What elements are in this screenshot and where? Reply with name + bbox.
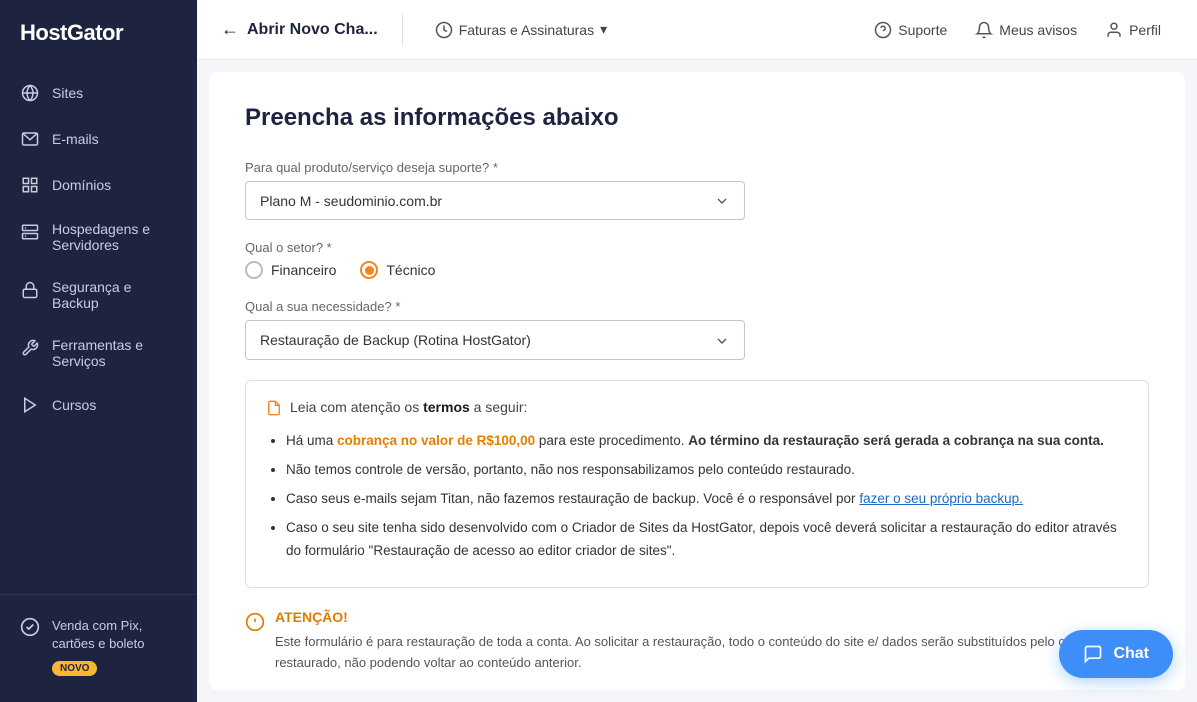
- need-label: Qual a sua necessidade? *: [245, 299, 1149, 314]
- atencao-text: Este formulário é para restauração de to…: [275, 634, 1112, 670]
- term-3: Caso seus e-mails sejam Titan, não fazem…: [286, 488, 1128, 511]
- atencao-title: ATENÇÃO!: [275, 606, 1149, 628]
- product-chevron-icon: [714, 192, 730, 209]
- term-1: Há uma cobrança no valor de R$100,00 par…: [286, 430, 1128, 453]
- chat-icon: [1083, 644, 1103, 664]
- play-icon: [20, 395, 40, 415]
- sidebar-item-cursos[interactable]: Cursos: [0, 382, 197, 428]
- sidebar-item-seguranca-label: Segurança e Backup: [52, 279, 177, 311]
- page-content: Preencha as informações abaixo Para qual…: [209, 72, 1185, 690]
- back-arrow-icon: ←: [221, 19, 239, 40]
- term-3-link[interactable]: fazer o seu próprio backup.: [859, 491, 1023, 506]
- server-icon: [20, 222, 40, 242]
- sidebar-item-cursos-label: Cursos: [52, 397, 96, 413]
- sidebar-item-venda[interactable]: Venda com Pix, cartões e boleto NOVO: [20, 611, 177, 682]
- support-icon: [874, 20, 892, 38]
- sidebar-item-ferramentas-label: Ferramentas e Serviços: [52, 337, 177, 369]
- profile-label: Perfil: [1129, 22, 1161, 38]
- sidebar-bottom: Venda com Pix, cartões e boleto NOVO: [0, 594, 197, 702]
- product-value: Plano M - seudominio.com.br: [260, 193, 442, 209]
- novo-badge: NOVO: [52, 661, 97, 676]
- terms-prefix: Leia com atenção os: [290, 399, 423, 415]
- need-section: Qual a sua necessidade? * Restauração de…: [245, 299, 1149, 359]
- billing-icon: [435, 20, 453, 38]
- sidebar-item-seguranca[interactable]: Segurança e Backup: [0, 266, 197, 324]
- pix-icon: [20, 617, 40, 637]
- profile-button[interactable]: Perfil: [1093, 0, 1173, 60]
- radio-financeiro-label: Financeiro: [271, 262, 336, 278]
- product-label: Para qual produto/serviço deseja suporte…: [245, 160, 1149, 175]
- billing-label: Faturas e Assinaturas: [459, 22, 594, 38]
- atencao-box: ATENÇÃO! Este formulário é para restaura…: [245, 606, 1149, 674]
- sidebar-item-hospedagens-label: Hospedagens e Servidores: [52, 221, 177, 253]
- terms-list: Há uma cobrança no valor de R$100,00 par…: [266, 430, 1128, 563]
- term-4: Caso o seu site tenha sido desenvolvido …: [286, 517, 1128, 563]
- wrench-icon: [20, 338, 40, 358]
- topnav-right: Suporte Meus avisos Perfil: [862, 0, 1173, 60]
- need-chevron-icon: [714, 331, 730, 348]
- back-label: Abrir Novo Cha...: [247, 21, 378, 39]
- billing-chevron-icon: ▾: [600, 21, 607, 38]
- sidebar-nav: Sites E-mails Domínios Hospedagens e Ser…: [0, 70, 197, 594]
- page-title: Preencha as informações abaixo: [245, 104, 1149, 132]
- need-value: Restauração de Backup (Rotina HostGator): [260, 332, 531, 348]
- terms-header: Leia com atenção os termos a seguir:: [266, 399, 1128, 416]
- topnav-divider: [402, 14, 403, 46]
- sector-label: Qual o setor? *: [245, 240, 1149, 255]
- sidebar: HostGator Sites E-mails Domínios: [0, 0, 197, 702]
- notices-button[interactable]: Meus avisos: [963, 0, 1089, 60]
- terms-box: Leia com atenção os termos a seguir: Há …: [245, 380, 1149, 588]
- product-section: Para qual produto/serviço deseja suporte…: [245, 160, 1149, 220]
- user-icon: [1105, 20, 1123, 38]
- billing-menu[interactable]: Faturas e Assinaturas ▾: [423, 0, 619, 60]
- support-label: Suporte: [898, 22, 947, 38]
- sidebar-item-hospedagens[interactable]: Hospedagens e Servidores: [0, 208, 197, 266]
- grid-icon: [20, 175, 40, 195]
- term-1-highlight: cobrança no valor de R$100,00: [337, 433, 535, 448]
- email-icon: [20, 129, 40, 149]
- radio-group: Financeiro Técnico: [245, 261, 1149, 279]
- sidebar-bottom-content: Venda com Pix, cartões e boleto NOVO: [52, 617, 177, 676]
- logo: HostGator: [0, 0, 197, 70]
- sidebar-item-emails[interactable]: E-mails: [0, 116, 197, 162]
- need-select[interactable]: Restauração de Backup (Rotina HostGator): [245, 320, 745, 359]
- term-4-text: Caso o seu site tenha sido desenvolvido …: [286, 520, 1117, 558]
- terms-suffix: a seguir:: [470, 399, 528, 415]
- terms-header-text: Leia com atenção os termos a seguir:: [290, 399, 527, 415]
- terms-keyword: termos: [423, 399, 470, 415]
- radio-financeiro[interactable]: Financeiro: [245, 261, 336, 279]
- sector-section: Qual o setor? * Financeiro Técnico: [245, 240, 1149, 279]
- terms-doc-icon: [266, 399, 282, 416]
- term-1-bold: Ao término da restauração será gerada a …: [688, 433, 1104, 448]
- term-2: Não temos controle de versão, portanto, …: [286, 459, 1128, 482]
- sidebar-item-dominios[interactable]: Domínios: [0, 162, 197, 208]
- radio-tecnico-circle: [360, 261, 378, 279]
- radio-tecnico[interactable]: Técnico: [360, 261, 435, 279]
- term-2-text: Não temos controle de versão, portanto, …: [286, 462, 855, 477]
- sidebar-item-sites[interactable]: Sites: [0, 70, 197, 116]
- topnav: ← Abrir Novo Cha... Faturas e Assinatura…: [197, 0, 1197, 60]
- chat-button[interactable]: Chat: [1059, 630, 1173, 678]
- notices-label: Meus avisos: [999, 22, 1077, 38]
- main-content: ← Abrir Novo Cha... Faturas e Assinatura…: [197, 0, 1197, 702]
- globe-icon: [20, 83, 40, 103]
- sidebar-item-dominios-label: Domínios: [52, 177, 111, 193]
- lock-icon: [20, 280, 40, 300]
- sidebar-item-sites-label: Sites: [52, 85, 83, 101]
- warning-icon: [245, 607, 265, 636]
- product-select[interactable]: Plano M - seudominio.com.br: [245, 181, 745, 220]
- sidebar-item-ferramentas[interactable]: Ferramentas e Serviços: [0, 324, 197, 382]
- atencao-content: ATENÇÃO! Este formulário é para restaura…: [275, 606, 1149, 674]
- radio-tecnico-label: Técnico: [386, 262, 435, 278]
- sidebar-bottom-label: Venda com Pix, cartões e boleto: [52, 617, 177, 653]
- bell-icon: [975, 20, 993, 38]
- radio-financeiro-circle: [245, 261, 263, 279]
- back-button[interactable]: ← Abrir Novo Cha...: [221, 19, 378, 40]
- support-button[interactable]: Suporte: [862, 0, 959, 60]
- sidebar-item-emails-label: E-mails: [52, 131, 99, 147]
- chat-label: Chat: [1113, 645, 1149, 663]
